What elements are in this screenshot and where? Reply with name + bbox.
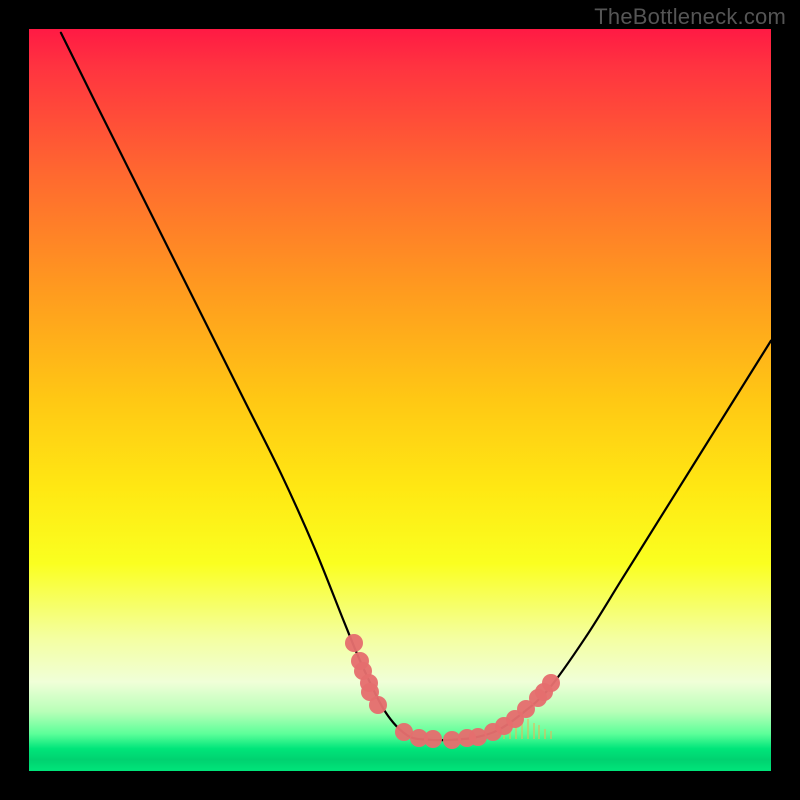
chart-data-marker — [369, 696, 387, 714]
chart-data-marker — [542, 674, 560, 692]
chart-plot-area — [29, 29, 771, 771]
watermark-text: TheBottleneck.com — [594, 4, 786, 30]
chart-marker-layer — [29, 29, 771, 771]
chart-data-marker — [424, 730, 442, 748]
chart-data-marker — [345, 634, 363, 652]
